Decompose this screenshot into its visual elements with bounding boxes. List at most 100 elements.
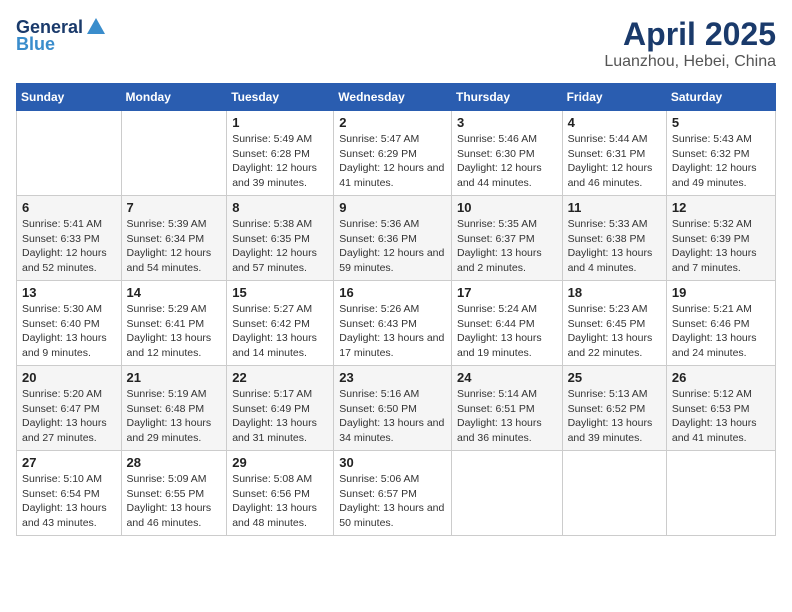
day-number: 9 <box>339 200 446 215</box>
day-number: 14 <box>127 285 222 300</box>
calendar-cell: 1 Sunrise: 5:49 AMSunset: 6:28 PMDaylight… <box>227 111 334 196</box>
calendar-cell: 26 Sunrise: 5:12 AMSunset: 6:53 PMDayligh… <box>666 366 775 451</box>
weekday-header-saturday: Saturday <box>666 84 775 111</box>
calendar-cell: 2Sunrise: 5:47 AMSunset: 6:29 PMDaylight… <box>334 111 452 196</box>
day-info: Sunrise: 5:23 AMSunset: 6:45 PMDaylight:… <box>568 302 661 361</box>
day-number: 11 <box>568 200 661 215</box>
day-number: 28 <box>127 455 222 470</box>
calendar-week-row: 20 Sunrise: 5:20 AMSunset: 6:47 PMDayligh… <box>17 366 776 451</box>
day-info: Sunrise: 5:35 AMSunset: 6:37 PMDaylight:… <box>457 217 557 276</box>
day-info: Sunrise: 5:16 AMSunset: 6:50 PMDaylight:… <box>339 387 446 446</box>
calendar-week-row: 27Sunrise: 5:10 AMSunset: 6:54 PMDayligh… <box>17 451 776 536</box>
calendar-cell: 4 Sunrise: 5:44 AMSunset: 6:31 PMDaylight… <box>562 111 666 196</box>
weekday-header-sunday: Sunday <box>17 84 122 111</box>
calendar-table: SundayMondayTuesdayWednesdayThursdayFrid… <box>16 83 776 536</box>
day-number: 12 <box>672 200 770 215</box>
calendar-cell <box>666 451 775 536</box>
calendar-cell: 22 Sunrise: 5:17 AMSunset: 6:49 PMDayligh… <box>227 366 334 451</box>
calendar-cell: 12 Sunrise: 5:32 AMSunset: 6:39 PMDayligh… <box>666 196 775 281</box>
day-number: 30 <box>339 455 446 470</box>
day-info: Sunrise: 5:46 AMSunset: 6:30 PMDaylight:… <box>457 132 557 191</box>
day-number: 8 <box>232 200 328 215</box>
day-number: 23 <box>339 370 446 385</box>
calendar-cell: 25Sunrise: 5:13 AMSunset: 6:52 PMDayligh… <box>562 366 666 451</box>
calendar-header-row: SundayMondayTuesdayWednesdayThursdayFrid… <box>17 84 776 111</box>
weekday-header-wednesday: Wednesday <box>334 84 452 111</box>
calendar-cell: 9 Sunrise: 5:36 AMSunset: 6:36 PMDaylight… <box>334 196 452 281</box>
page-header: General Blue April 2025 Luanzhou, Hebei,… <box>16 16 776 71</box>
day-number: 10 <box>457 200 557 215</box>
day-info: Sunrise: 5:21 AMSunset: 6:46 PMDaylight:… <box>672 302 770 361</box>
day-number: 1 <box>232 115 328 130</box>
day-info: Sunrise: 5:38 AMSunset: 6:35 PMDaylight:… <box>232 217 328 276</box>
calendar-cell <box>562 451 666 536</box>
day-info: Sunrise: 5:26 AMSunset: 6:43 PMDaylight:… <box>339 302 446 361</box>
calendar-cell: 20 Sunrise: 5:20 AMSunset: 6:47 PMDayligh… <box>17 366 122 451</box>
calendar-cell <box>17 111 122 196</box>
day-info: Sunrise: 5:12 AMSunset: 6:53 PMDaylight:… <box>672 387 770 446</box>
calendar-cell: 14 Sunrise: 5:29 AMSunset: 6:41 PMDayligh… <box>121 281 227 366</box>
day-number: 17 <box>457 285 557 300</box>
day-number: 20 <box>22 370 116 385</box>
logo-icon <box>85 16 107 38</box>
day-number: 22 <box>232 370 328 385</box>
day-number: 21 <box>127 370 222 385</box>
day-info: Sunrise: 5:27 AMSunset: 6:42 PMDaylight:… <box>232 302 328 361</box>
day-number: 2 <box>339 115 446 130</box>
calendar-cell: 6 Sunrise: 5:41 AMSunset: 6:33 PMDaylight… <box>17 196 122 281</box>
calendar-week-row: 6 Sunrise: 5:41 AMSunset: 6:33 PMDaylight… <box>17 196 776 281</box>
day-number: 26 <box>672 370 770 385</box>
day-number: 29 <box>232 455 328 470</box>
calendar-cell: 3 Sunrise: 5:46 AMSunset: 6:30 PMDaylight… <box>451 111 562 196</box>
calendar-cell: 15 Sunrise: 5:27 AMSunset: 6:42 PMDayligh… <box>227 281 334 366</box>
day-info: Sunrise: 5:33 AMSunset: 6:38 PMDaylight:… <box>568 217 661 276</box>
day-info: Sunrise: 5:39 AMSunset: 6:34 PMDaylight:… <box>127 217 222 276</box>
day-number: 3 <box>457 115 557 130</box>
calendar-cell: 7 Sunrise: 5:39 AMSunset: 6:34 PMDaylight… <box>121 196 227 281</box>
day-number: 5 <box>672 115 770 130</box>
day-info: Sunrise: 5:08 AMSunset: 6:56 PMDaylight:… <box>232 472 328 531</box>
page-title: April 2025 <box>604 16 776 53</box>
calendar-cell: 21 Sunrise: 5:19 AMSunset: 6:48 PMDayligh… <box>121 366 227 451</box>
weekday-header-tuesday: Tuesday <box>227 84 334 111</box>
day-number: 4 <box>568 115 661 130</box>
day-info: Sunrise: 5:44 AMSunset: 6:31 PMDaylight:… <box>568 132 661 191</box>
day-number: 15 <box>232 285 328 300</box>
day-number: 25 <box>568 370 661 385</box>
day-info: Sunrise: 5:09 AMSunset: 6:55 PMDaylight:… <box>127 472 222 531</box>
calendar-cell: 23 Sunrise: 5:16 AMSunset: 6:50 PMDayligh… <box>334 366 452 451</box>
day-info: Sunrise: 5:24 AMSunset: 6:44 PMDaylight:… <box>457 302 557 361</box>
calendar-cell: 30 Sunrise: 5:06 AMSunset: 6:57 PMDayligh… <box>334 451 452 536</box>
logo: General Blue <box>16 16 109 55</box>
page-subtitle: Luanzhou, Hebei, China <box>604 53 776 71</box>
calendar-cell: 19Sunrise: 5:21 AMSunset: 6:46 PMDayligh… <box>666 281 775 366</box>
calendar-cell <box>121 111 227 196</box>
title-section: April 2025 Luanzhou, Hebei, China <box>604 16 776 71</box>
day-info: Sunrise: 5:49 AMSunset: 6:28 PMDaylight:… <box>232 132 328 191</box>
day-number: 6 <box>22 200 116 215</box>
day-number: 7 <box>127 200 222 215</box>
day-info: Sunrise: 5:19 AMSunset: 6:48 PMDaylight:… <box>127 387 222 446</box>
weekday-header-friday: Friday <box>562 84 666 111</box>
calendar-cell: 18Sunrise: 5:23 AMSunset: 6:45 PMDayligh… <box>562 281 666 366</box>
day-info: Sunrise: 5:36 AMSunset: 6:36 PMDaylight:… <box>339 217 446 276</box>
calendar-cell: 5Sunrise: 5:43 AMSunset: 6:32 PMDaylight… <box>666 111 775 196</box>
calendar-cell: 8 Sunrise: 5:38 AMSunset: 6:35 PMDaylight… <box>227 196 334 281</box>
calendar-cell: 13Sunrise: 5:30 AMSunset: 6:40 PMDayligh… <box>17 281 122 366</box>
day-number: 16 <box>339 285 446 300</box>
calendar-cell: 28 Sunrise: 5:09 AMSunset: 6:55 PMDayligh… <box>121 451 227 536</box>
weekday-header-monday: Monday <box>121 84 227 111</box>
calendar-cell: 24Sunrise: 5:14 AMSunset: 6:51 PMDayligh… <box>451 366 562 451</box>
calendar-cell: 11 Sunrise: 5:33 AMSunset: 6:38 PMDayligh… <box>562 196 666 281</box>
logo-blue: Blue <box>16 34 55 55</box>
day-info: Sunrise: 5:32 AMSunset: 6:39 PMDaylight:… <box>672 217 770 276</box>
weekday-header-thursday: Thursday <box>451 84 562 111</box>
calendar-cell: 10 Sunrise: 5:35 AMSunset: 6:37 PMDayligh… <box>451 196 562 281</box>
day-info: Sunrise: 5:06 AMSunset: 6:57 PMDaylight:… <box>339 472 446 531</box>
day-info: Sunrise: 5:20 AMSunset: 6:47 PMDaylight:… <box>22 387 116 446</box>
day-number: 13 <box>22 285 116 300</box>
day-info: Sunrise: 5:17 AMSunset: 6:49 PMDaylight:… <box>232 387 328 446</box>
day-info: Sunrise: 5:41 AMSunset: 6:33 PMDaylight:… <box>22 217 116 276</box>
calendar-week-row: 13Sunrise: 5:30 AMSunset: 6:40 PMDayligh… <box>17 281 776 366</box>
day-info: Sunrise: 5:29 AMSunset: 6:41 PMDaylight:… <box>127 302 222 361</box>
